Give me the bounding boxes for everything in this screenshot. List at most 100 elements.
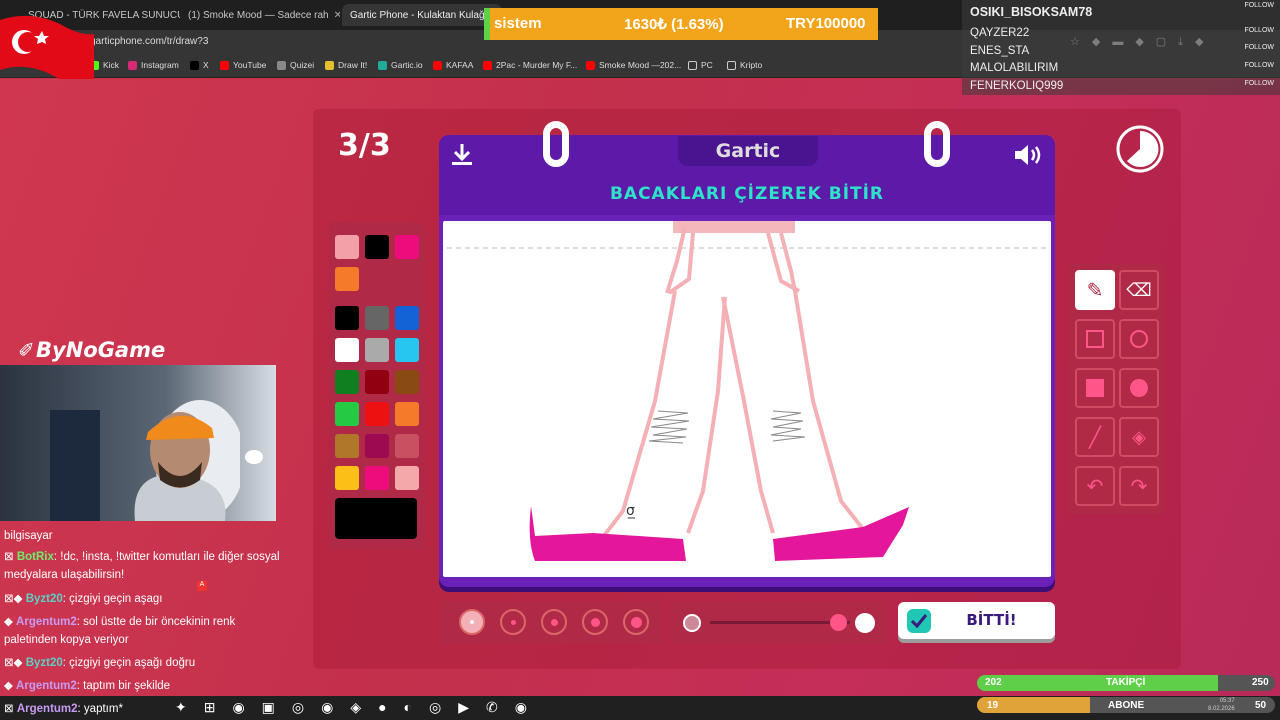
follow-tag: FOLLOW: [1244, 2, 1274, 9]
follower-name: OSIKI_BISOKSAM78: [970, 5, 1093, 19]
chat-message: ⊠◆ Byzt20: çizgiyi geçin aşağı doğru: [4, 657, 196, 669]
quizei-icon: [277, 60, 286, 70]
color-swatch[interactable]: [365, 434, 389, 458]
undo-icon: ↶: [1086, 475, 1104, 498]
bucket-icon: ◈: [1132, 426, 1146, 447]
color-swatch[interactable]: [365, 402, 389, 426]
scribble-marks: [648, 410, 806, 444]
line-tool[interactable]: ╱: [1075, 417, 1115, 457]
square-outline-icon: [1086, 330, 1104, 348]
follow-tag: FOLLOW: [1244, 27, 1274, 34]
tab-gartic-phone[interactable]: Gartic Phone - Kulaktan Kulağa: [342, 4, 502, 26]
bookmark-kripto[interactable]: Kripto: [727, 60, 762, 70]
color-swatch[interactable]: [365, 338, 389, 362]
clock: 05:37 8.02.2026: [1208, 698, 1235, 712]
bookmark-kafaa[interactable]: KAFAA: [433, 60, 473, 70]
fill-bucket-tool[interactable]: ◈: [1119, 417, 1159, 457]
opacity-handle[interactable]: [830, 614, 847, 631]
timer-icon: [1116, 125, 1164, 173]
recent-color-swatch[interactable]: [335, 267, 359, 291]
x-icon: [190, 60, 199, 70]
close-icon[interactable]: ✕: [334, 10, 340, 21]
waistband: [673, 221, 795, 233]
streamer-silhouette: [50, 400, 240, 521]
current-color: [335, 498, 417, 539]
subs-goal: 50: [1255, 700, 1267, 711]
color-swatch[interactable]: [335, 434, 359, 458]
brush-size-2[interactable]: [500, 609, 526, 635]
drawing-strokes: σ̲: [447, 221, 1047, 561]
color-swatch[interactable]: [395, 370, 419, 394]
color-swatch[interactable]: [365, 466, 389, 490]
color-swatch[interactable]: [395, 306, 419, 330]
followers-goal: 250: [1252, 677, 1269, 688]
instruction-text: BACAKLARI ÇİZEREK BİTİR: [609, 184, 885, 204]
recent-color-swatch[interactable]: [365, 235, 389, 259]
recent-color-swatch[interactable]: [395, 235, 419, 259]
chat-message: ⊠◆ Byzt20: çizgiyi geçin aşagı: [4, 593, 163, 605]
bookmark-gartic-io[interactable]: Gartic.io: [378, 60, 423, 70]
brush-size-5[interactable]: [623, 609, 649, 635]
color-swatch[interactable]: [395, 466, 419, 490]
chat-message: ◆ Argentum2: sol üstte de bir öncekinin …: [4, 616, 236, 646]
color-swatch[interactable]: [395, 402, 419, 426]
follow-tag: FOLLOW: [1244, 44, 1274, 51]
lamp-light: [245, 450, 263, 464]
ellipse-outline-tool[interactable]: [1119, 319, 1159, 359]
bookmark-draw-it[interactable]: Draw It!: [325, 60, 367, 70]
color-swatch[interactable]: [335, 338, 359, 362]
follow-tag: FOLLOW: [1244, 62, 1274, 69]
rectangle-outline-tool[interactable]: [1075, 319, 1115, 359]
channel-name: ByNoGame: [36, 338, 166, 362]
pencil-icon: ✎: [1086, 279, 1104, 302]
redo-button[interactable]: ↷: [1119, 466, 1159, 506]
download-icon[interactable]: [449, 142, 475, 168]
color-swatch[interactable]: [395, 434, 419, 458]
brush-size-1[interactable]: [459, 609, 485, 635]
binder-ring: [543, 121, 569, 167]
color-swatch[interactable]: [335, 466, 359, 490]
bookmark-pc[interactable]: PC: [688, 60, 713, 70]
bookmark-instagram[interactable]: Instagram: [128, 60, 179, 70]
donation-ticker: sistem 1630₺ (1.63%) TRY100000: [484, 8, 878, 40]
feather-icon: ✐: [18, 340, 35, 362]
url-field[interactable]: garticphone.com/tr/draw?3: [90, 36, 208, 47]
color-swatch[interactable]: [335, 306, 359, 330]
recent-color-swatch[interactable]: [335, 235, 359, 259]
bookmark-smoke-mood[interactable]: Smoke Mood —202...: [586, 60, 681, 70]
chat-message: bilgisayar: [4, 530, 53, 542]
brush-size-3[interactable]: [541, 609, 567, 635]
folder-icon: [727, 60, 736, 70]
ellipse-fill-tool[interactable]: [1119, 368, 1159, 408]
circle-outline-icon: [1130, 330, 1148, 348]
eraser-icon: ⌫: [1126, 279, 1152, 300]
color-swatch[interactable]: [335, 370, 359, 394]
tab-smoke-mood[interactable]: (1) Smoke Mood — Sadece rah ✕: [180, 4, 340, 26]
chat-user: Byzt20: [25, 593, 63, 605]
chat-user: Byzt20: [25, 657, 63, 669]
bookmark-2pac[interactable]: 2Pac - Murder My F...: [483, 60, 577, 70]
opacity-slider[interactable]: [710, 621, 850, 624]
color-swatch[interactable]: [365, 306, 389, 330]
subs-current: 19: [987, 700, 999, 711]
bookmark-quizei[interactable]: Quizei: [277, 60, 314, 70]
eraser-tool[interactable]: ⌫: [1119, 270, 1159, 310]
circle-filled-icon: [1130, 379, 1148, 397]
youtube-icon: [433, 60, 442, 70]
speaker-icon[interactable]: [1013, 142, 1045, 168]
color-swatch[interactable]: [365, 370, 389, 394]
badge-icon: A: [197, 581, 207, 591]
undo-button[interactable]: ↶: [1075, 466, 1115, 506]
color-swatch[interactable]: [395, 338, 419, 362]
rectangle-fill-tool[interactable]: [1075, 368, 1115, 408]
bookmark-youtube[interactable]: YouTube: [220, 60, 266, 70]
color-swatch[interactable]: [335, 402, 359, 426]
brush-size-4[interactable]: [582, 609, 608, 635]
bookmark-x[interactable]: X: [190, 60, 209, 70]
tab-label: (1) Smoke Mood — Sadece rah: [188, 9, 329, 21]
ticker-goal: TRY100000: [786, 15, 866, 32]
round-counter: 3/3: [338, 128, 391, 163]
gartic-logo: Gartic: [678, 136, 818, 166]
ticker-name: sistem: [494, 15, 542, 32]
pencil-tool[interactable]: ✎: [1075, 270, 1115, 310]
